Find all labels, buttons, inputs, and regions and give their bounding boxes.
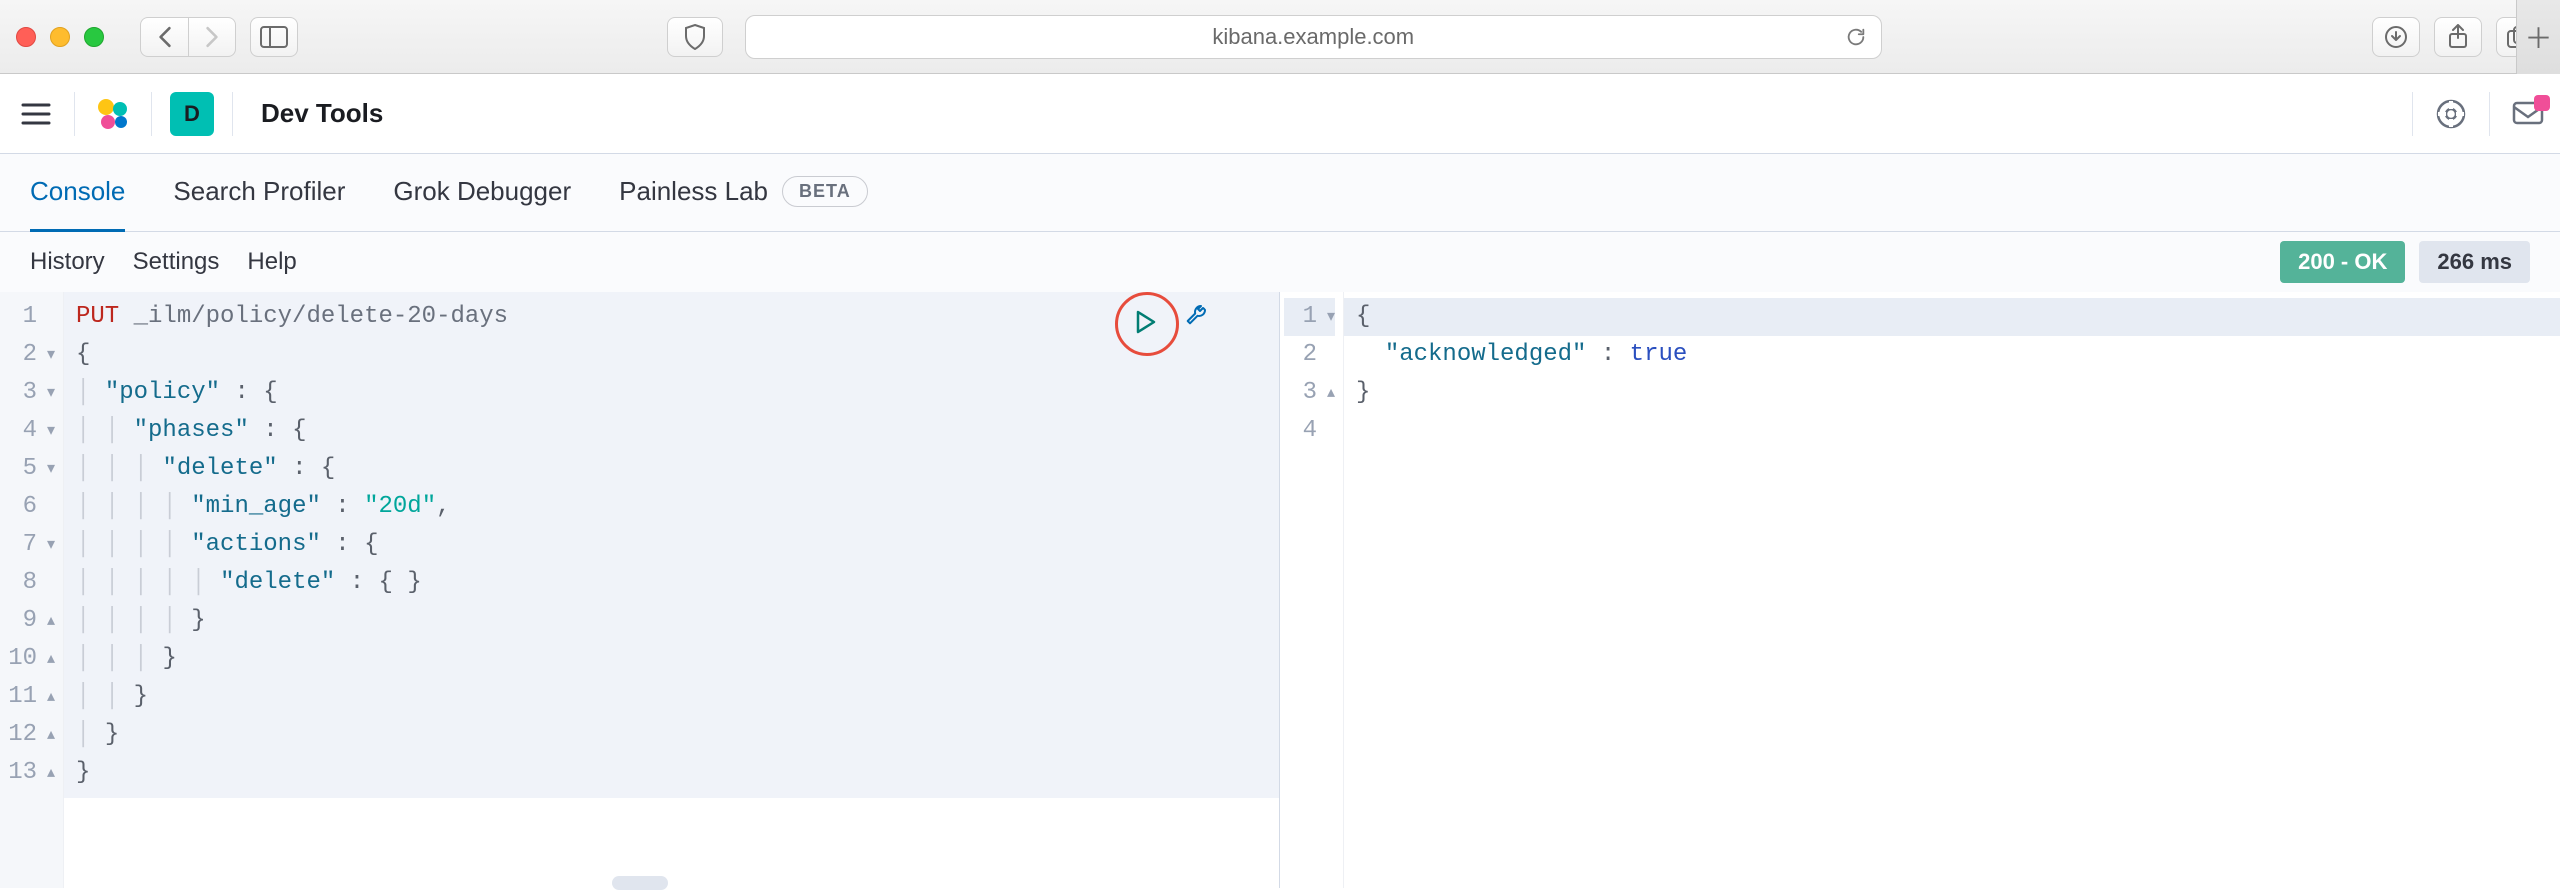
address-bar[interactable]: kibana.example.com [745,15,1882,59]
privacy-shield-button[interactable] [667,17,723,57]
request-editor[interactable]: PUT _ilm/policy/delete-20-days { │ "poli… [64,292,1279,798]
tab-label: Search Profiler [173,176,345,207]
forward-button[interactable] [188,17,236,57]
divider [151,92,152,136]
notification-dot-icon [2534,95,2550,111]
help-link[interactable]: Help [247,248,296,276]
divider [2412,92,2413,136]
close-window-button[interactable] [16,27,36,47]
status-badge: 200 - OK [2280,241,2405,283]
reload-icon[interactable] [1845,26,1867,48]
console-toolbar: History Settings Help 200 - OK 266 ms [0,232,2560,292]
downloads-button[interactable] [2372,17,2420,57]
tab-label: Grok Debugger [393,176,571,207]
tab-grok-debugger[interactable]: Grok Debugger [393,154,571,232]
browser-toolbar: kibana.example.com [0,0,2560,74]
divider [2489,92,2490,136]
send-request-button[interactable] [1121,298,1169,346]
space-selector[interactable]: D [170,92,214,136]
elastic-logo-icon[interactable] [93,94,133,134]
kibana-header: D Dev Tools [0,74,2560,154]
help-menu-button[interactable] [2435,98,2467,130]
sidebar-toggle-button[interactable] [250,17,298,57]
response-pane: 1▾23▴4 { "acknowledged" : true } [1280,292,2560,888]
tab-search-profiler[interactable]: Search Profiler [173,154,345,232]
window-controls [16,27,104,47]
request-pane: 12▾3▾4▾5▾67▾89▴10▴11▴12▴13▴ PUT _ilm/pol… [0,292,1280,888]
nav-menu-button[interactable] [16,94,56,134]
tab-painless-lab[interactable]: Painless Lab BETA [619,154,868,232]
fullscreen-window-button[interactable] [84,27,104,47]
request-gutter: 12▾3▾4▾5▾67▾89▴10▴11▴12▴13▴ [0,292,64,888]
latency-badge: 266 ms [2419,241,2530,283]
beta-badge: BETA [782,176,868,207]
divider [232,92,233,136]
response-gutter: 1▾23▴4 [1280,292,1344,888]
devtools-tabs: Console Search Profiler Grok Debugger Pa… [0,154,2560,232]
tab-label: Console [30,176,125,207]
share-button[interactable] [2434,17,2482,57]
settings-link[interactable]: Settings [133,248,220,276]
new-tab-button[interactable]: ＋ [2516,0,2560,74]
back-button[interactable] [140,17,188,57]
url-text: kibana.example.com [1212,24,1414,50]
editor-split: 12▾3▾4▾5▾67▾89▴10▴11▴12▴13▴ PUT _ilm/pol… [0,292,2560,888]
tab-label: Painless Lab [619,176,768,207]
newsfeed-button[interactable] [2512,101,2544,127]
minimize-window-button[interactable] [50,27,70,47]
divider [74,92,75,136]
space-letter: D [184,101,200,127]
breadcrumb: Dev Tools [261,98,383,129]
response-viewer[interactable]: { "acknowledged" : true } [1344,292,2560,494]
request-options-button[interactable] [1185,302,1213,330]
history-link[interactable]: History [30,248,105,276]
tab-console[interactable]: Console [30,154,125,232]
